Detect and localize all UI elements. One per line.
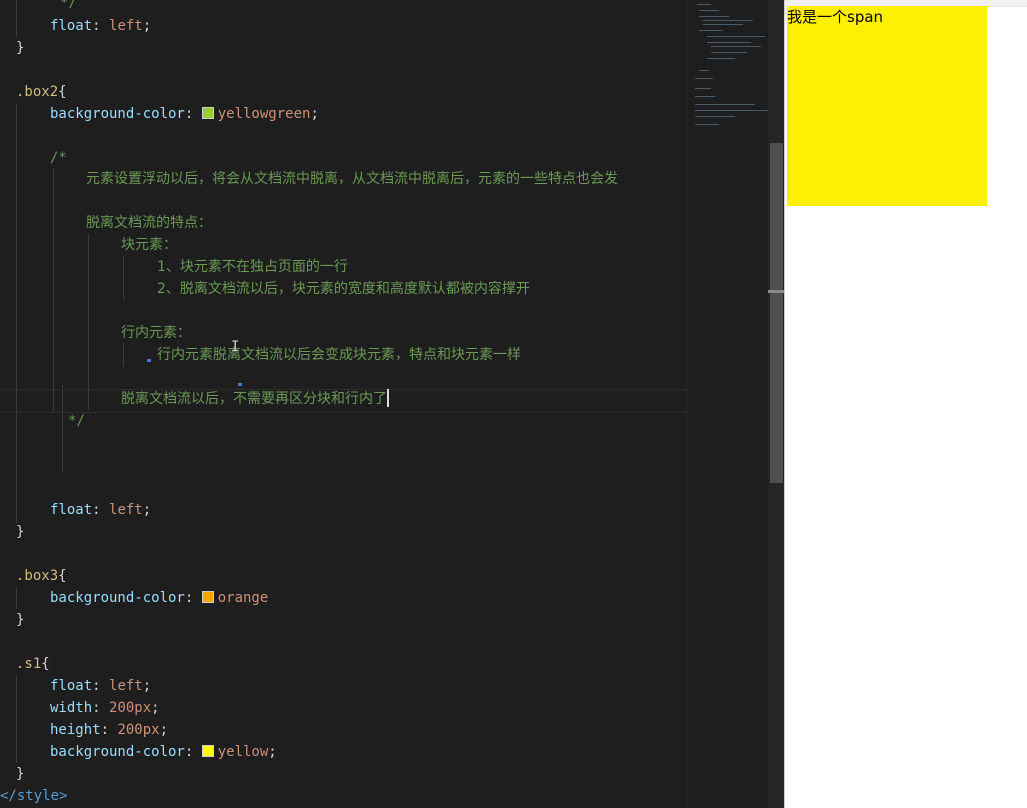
comment-close: */ xyxy=(68,413,85,429)
minimap[interactable] xyxy=(686,0,769,808)
code-line: } xyxy=(0,763,24,785)
css-property: background-color xyxy=(50,106,185,122)
brace: } xyxy=(16,612,25,628)
code-line: */ xyxy=(0,0,77,14)
span-box: 我是一个span xyxy=(787,6,987,206)
comment-text: 块元素： xyxy=(121,237,177,253)
code-line: </style> xyxy=(0,788,68,804)
css-property: width xyxy=(50,700,93,716)
css-value: left xyxy=(109,502,143,518)
browser-preview: 我是一个span xyxy=(784,0,1027,808)
code-line: 2、脱离文档流以后，块元素的宽度和高度默认都被内容撑开 xyxy=(0,278,530,300)
code-line: .s1{ xyxy=(16,656,50,672)
css-property: background-color xyxy=(50,744,185,760)
code-line: } xyxy=(0,37,24,59)
css-value: 200px xyxy=(117,722,160,738)
code-line: 1、块元素不在独占页面的一行 xyxy=(0,256,348,278)
code-line: height: 200px; xyxy=(50,722,169,738)
color-swatch-orange[interactable] xyxy=(201,591,214,603)
scrollbar-thumb[interactable] xyxy=(770,143,783,483)
code-line: 元素设置浮动以后，将会从文档流中脱离，从文档流中脱离后，元素的一些特点也会发 xyxy=(0,168,618,190)
css-selector: .box3 xyxy=(16,568,59,584)
css-property: float xyxy=(50,678,93,694)
code-line: background-color: yellowgreen; xyxy=(50,106,319,122)
comment-text: 脱离文档流以后，不需要再区分块和行内了 xyxy=(121,391,387,407)
brace: } xyxy=(16,524,25,540)
code-line: 块元素： xyxy=(0,234,177,256)
comment-text: 1、块元素不在独占页面的一行 xyxy=(157,259,348,275)
code-line: float: left; xyxy=(50,502,152,518)
comment-text: 行内元素： xyxy=(121,325,191,341)
code-line: 脱离文档流的特点： xyxy=(0,212,212,234)
comment-text: 脱离文档流的特点： xyxy=(86,215,212,231)
code-line: width: 200px; xyxy=(50,700,160,716)
comment-text: 2、脱离文档流以后，块元素的宽度和高度默认都被内容撑开 xyxy=(157,281,530,297)
css-value: yellowgreen xyxy=(217,106,311,122)
code-line: background-color: orange xyxy=(50,590,269,606)
css-value: left xyxy=(109,18,143,34)
match-marker xyxy=(238,383,242,386)
vertical-scrollbar[interactable] xyxy=(768,0,784,808)
css-selector: .s1 xyxy=(16,656,42,672)
css-value: 200px xyxy=(109,700,152,716)
comment-text: */ xyxy=(60,0,77,11)
scrollbar-marker xyxy=(768,290,784,293)
mouse-ibeam-icon: I xyxy=(231,339,240,355)
code-line: .box2{ xyxy=(16,84,67,100)
css-selector: .box2 xyxy=(16,84,59,100)
comment-text: 行内元素脱离文档流以后会变成块元素，特点和块元素一样 xyxy=(157,347,521,363)
css-property: height xyxy=(50,722,101,738)
code-line: .box3{ xyxy=(16,568,67,584)
text-cursor xyxy=(387,389,389,407)
code-line: background-color: yellow; xyxy=(50,744,277,760)
css-property: background-color xyxy=(50,590,185,606)
code-line: /* xyxy=(0,147,67,169)
css-value: orange xyxy=(217,590,269,606)
comment-open: /* xyxy=(50,150,67,166)
css-value: yellow xyxy=(217,744,269,760)
html-tag: style xyxy=(16,788,60,804)
code-line: 行内元素： xyxy=(0,322,191,344)
css-property: float xyxy=(50,18,93,34)
color-swatch-yellowgreen[interactable] xyxy=(201,107,214,119)
code-line: 行内元素脱离文档流以后会变成块元素，特点和块元素一样 xyxy=(0,344,521,366)
span-text: 我是一个span xyxy=(787,8,884,26)
css-value: left xyxy=(109,678,143,694)
match-marker xyxy=(147,359,151,362)
code-line: } xyxy=(0,609,24,631)
code-line: 脱离文档流以后，不需要再区分块和行内了 xyxy=(0,388,389,410)
css-property: float xyxy=(50,502,93,518)
code-line: */ xyxy=(0,410,85,432)
code-line: float: left; xyxy=(50,18,152,34)
code-line: float: left; xyxy=(50,678,152,694)
brace: } xyxy=(16,766,25,782)
code-editor[interactable]: */ float: left; } .box2{ background-colo… xyxy=(0,0,686,808)
comment-text: 元素设置浮动以后，将会从文档流中脱离，从文档流中脱离后，元素的一些特点也会发 xyxy=(86,171,618,187)
brace: } xyxy=(16,40,25,56)
code-line: } xyxy=(0,521,24,543)
color-swatch-yellow[interactable] xyxy=(201,745,214,757)
